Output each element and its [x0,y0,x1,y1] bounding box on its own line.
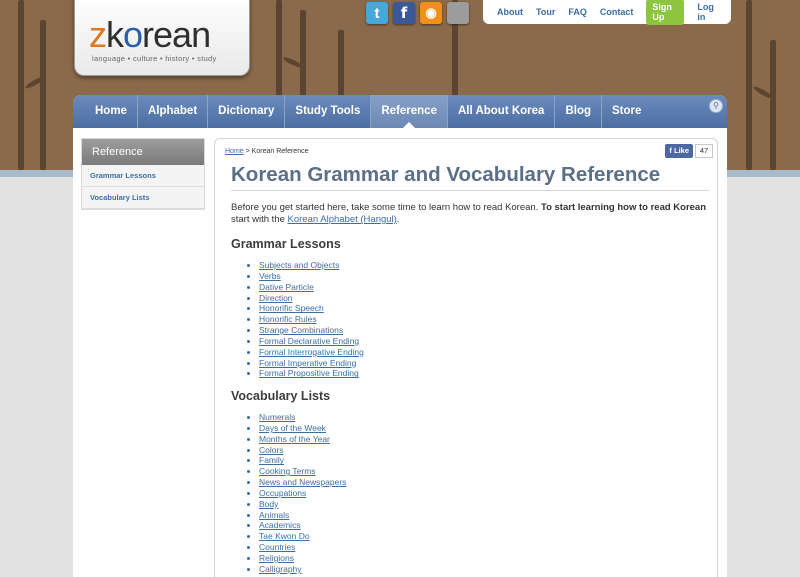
korean-alphabet-link[interactable]: Korean Alphabet (Hangul) [288,214,397,225]
rss-icon[interactable]: ◉ [420,2,442,24]
grammar-heading: Grammar Lessons [231,237,341,251]
facebook-icon[interactable]: f [393,2,415,24]
list-item[interactable]: Cooking Terms [259,466,346,477]
list-item[interactable]: Honorific Rules [259,314,364,325]
main-container: Home Alphabet Dictionary Study Tools Ref… [73,95,727,577]
list-item[interactable]: Formal Propositive Ending [259,368,364,379]
list-item[interactable]: Subjects and Objects [259,260,364,271]
list-item[interactable]: Religions [259,553,346,564]
logo-tagline: language • culture • history • study [92,54,217,63]
list-item[interactable]: Calligraphy [259,564,346,575]
login-link[interactable]: Log in [697,2,718,22]
about-link[interactable]: About [497,7,523,17]
faq-link[interactable]: FAQ [568,7,587,17]
page-title: Korean Grammar and Vocabulary Reference [231,163,709,191]
breadcrumb-home-link[interactable]: Home [225,148,244,155]
facebook-like-button[interactable]: f Like [665,144,693,158]
sidebar-item-grammar-lessons[interactable]: Grammar Lessons [82,165,204,187]
list-item[interactable]: News and Newspapers [259,477,346,488]
nav-reference[interactable]: Reference [371,95,448,128]
signup-button[interactable]: Sign Up [646,0,685,25]
list-item[interactable]: Strange Combinations [259,325,364,336]
like-count: 47 [695,144,713,158]
sidebar-heading: Reference [82,139,204,165]
main-nav: Home Alphabet Dictionary Study Tools Ref… [73,95,727,128]
nav-blog[interactable]: Blog [555,95,603,128]
list-item[interactable]: Countries [259,542,346,553]
site-logo[interactable]: zkorean language • culture • history • s… [74,0,250,76]
breadcrumb: Home > Korean Reference [225,148,309,155]
list-item[interactable]: Colors [259,445,346,456]
other-icon[interactable] [447,2,469,24]
social-icons: t f ◉ [366,2,469,24]
list-item[interactable]: Months of the Year [259,434,346,445]
nav-dictionary[interactable]: Dictionary [208,95,286,128]
sidebar: Reference Grammar Lessons Vocabulary Lis… [81,138,205,210]
nav-home[interactable]: Home [85,95,138,128]
grammar-list: Subjects and ObjectsVerbsDative Particle… [259,260,364,379]
nav-store[interactable]: Store [602,95,651,128]
nav-study-tools[interactable]: Study Tools [285,95,372,128]
breadcrumb-current: Korean Reference [251,148,309,155]
list-item[interactable]: Animals [259,510,346,521]
logo-wordmark: zkorean [89,14,211,55]
list-item[interactable]: Family [259,455,346,466]
list-item[interactable]: Formal Imperative Ending [259,358,364,369]
sidebar-item-vocabulary-lists[interactable]: Vocabulary Lists [82,187,204,209]
list-item[interactable]: Verbs [259,271,364,282]
list-item[interactable]: Direction [259,293,364,304]
vocab-heading: Vocabulary Lists [231,389,331,403]
nav-all-about-korea[interactable]: All About Korea [448,95,556,128]
list-item[interactable]: Dative Particle [259,282,364,293]
list-item[interactable]: Occupations [259,488,346,499]
list-item[interactable]: Formal Declarative Ending [259,336,364,347]
list-item[interactable]: Days of the Week [259,423,346,434]
search-icon[interactable]: ⚲ [709,99,723,113]
content-panel: Home > Korean Reference f Like 47 Korean… [214,138,718,577]
list-item[interactable]: Numerals [259,412,346,423]
list-item[interactable]: Honorific Speech [259,303,364,314]
intro-paragraph: Before you get started here, take some t… [231,202,707,225]
nav-alphabet[interactable]: Alphabet [138,95,209,128]
list-item[interactable]: Tae Kwon Do [259,531,346,542]
twitter-icon[interactable]: t [366,2,388,24]
vocab-list: NumeralsDays of the WeekMonths of the Ye… [259,412,346,575]
list-item[interactable]: Academics [259,520,346,531]
list-item[interactable]: Formal Interrogative Ending [259,347,364,358]
contact-link[interactable]: Contact [600,7,634,17]
top-links: About Tour FAQ Contact Sign Up Log in [483,0,731,25]
tour-link[interactable]: Tour [536,7,555,17]
list-item[interactable]: Body [259,499,346,510]
